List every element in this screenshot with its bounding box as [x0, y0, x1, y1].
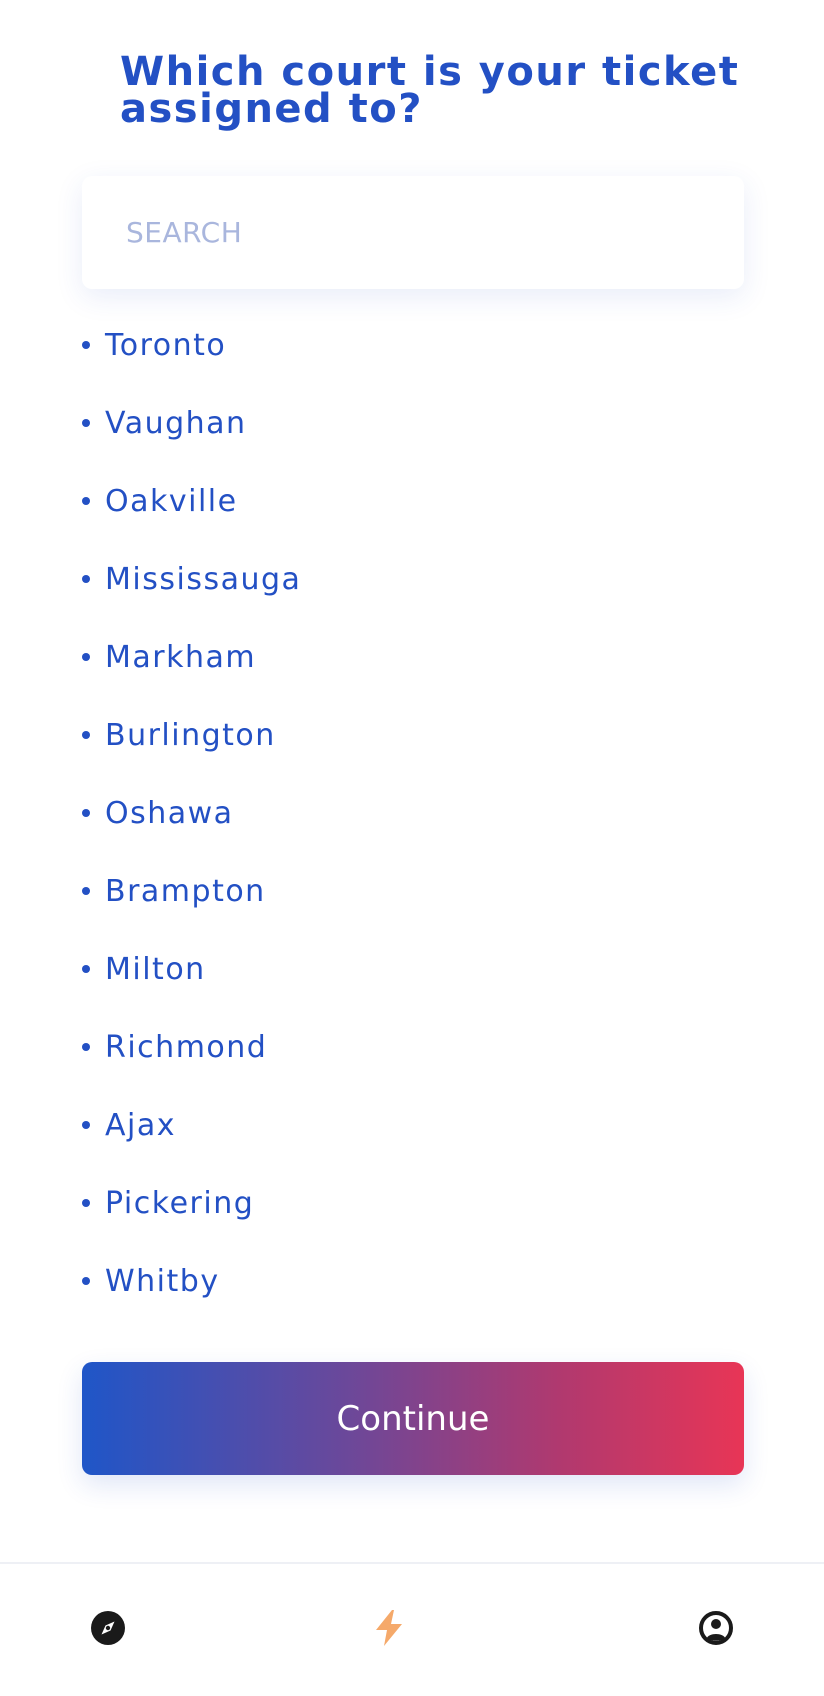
bullet-dot — [82, 965, 90, 973]
court-list: Toronto Vaughan Oakville Mississauga Mar… — [82, 306, 744, 1320]
court-item-mississauga[interactable]: Mississauga — [82, 540, 744, 618]
user-circle-icon — [699, 1611, 733, 1645]
bullet-dot — [82, 653, 90, 661]
lightning-icon — [376, 1610, 402, 1646]
court-label: Oakville — [105, 483, 238, 519]
nav-activity[interactable] — [365, 1604, 413, 1652]
bottom-nav — [0, 1562, 824, 1696]
court-label: Oshawa — [105, 795, 234, 831]
court-label: Milton — [105, 951, 206, 987]
court-item-whitby[interactable]: Whitby — [82, 1242, 744, 1320]
bullet-dot — [82, 1121, 90, 1129]
court-label: Richmond — [105, 1029, 268, 1065]
court-label: Toronto — [105, 327, 227, 363]
court-item-ajax[interactable]: Ajax — [82, 1086, 744, 1164]
court-label: Ajax — [105, 1107, 176, 1143]
nav-profile[interactable] — [692, 1604, 740, 1652]
bullet-dot — [82, 1277, 90, 1285]
bullet-dot — [82, 341, 90, 349]
bullet-dot — [82, 809, 90, 817]
court-item-richmond[interactable]: Richmond — [82, 1008, 744, 1086]
bullet-dot — [82, 887, 90, 895]
page-title: Which court is your ticket assigned to? — [120, 49, 740, 132]
court-item-toronto[interactable]: Toronto — [82, 306, 744, 384]
court-label: Burlington — [105, 717, 276, 753]
court-item-markham[interactable]: Markham — [82, 618, 744, 696]
court-label: Brampton — [105, 873, 266, 909]
court-item-pickering[interactable]: Pickering — [82, 1164, 744, 1242]
bullet-dot — [82, 497, 90, 505]
court-label: Mississauga — [105, 561, 302, 597]
continue-button[interactable]: Continue — [82, 1362, 744, 1475]
search-input[interactable] — [82, 176, 744, 289]
search-box — [82, 176, 744, 289]
court-label: Whitby — [105, 1263, 220, 1299]
court-label: Markham — [105, 639, 257, 675]
court-item-oakville[interactable]: Oakville — [82, 462, 744, 540]
court-item-burlington[interactable]: Burlington — [82, 696, 744, 774]
bullet-dot — [82, 1199, 90, 1207]
bullet-dot — [82, 575, 90, 583]
bullet-dot — [82, 1043, 90, 1051]
court-item-oshawa[interactable]: Oshawa — [82, 774, 744, 852]
bullet-dot — [82, 731, 90, 739]
court-item-vaughan[interactable]: Vaughan — [82, 384, 744, 462]
court-item-milton[interactable]: Milton — [82, 930, 744, 1008]
compass-icon — [91, 1611, 125, 1645]
court-label: Pickering — [105, 1185, 255, 1221]
bullet-dot — [82, 419, 90, 427]
nav-explore[interactable] — [84, 1604, 132, 1652]
court-label: Vaughan — [105, 405, 247, 441]
court-item-brampton[interactable]: Brampton — [82, 852, 744, 930]
